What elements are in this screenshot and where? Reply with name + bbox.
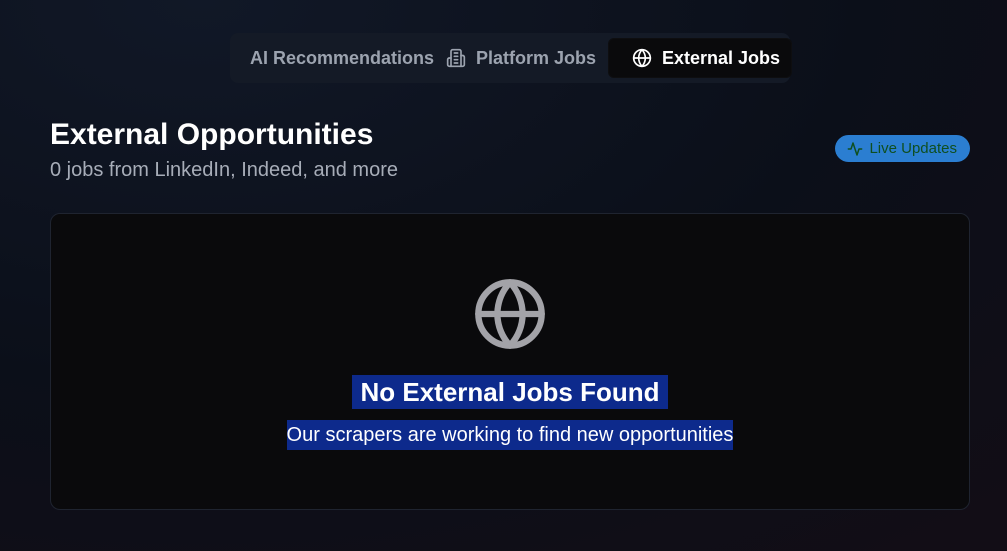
empty-state-title: No External Jobs Found	[352, 375, 668, 409]
live-updates-badge: Live Updates	[835, 135, 970, 162]
tab-label: External Jobs	[662, 47, 781, 68]
page-header: External Opportunities 0 jobs from Linke…	[50, 118, 970, 188]
tab-external-jobs[interactable]: External Jobs	[608, 38, 792, 78]
empty-state-subtitle: Our scrapers are working to find new opp…	[286, 420, 734, 450]
tab-platform-jobs[interactable]: Platform Jobs	[436, 38, 600, 78]
tab-ai-recommendations[interactable]: AI Recommendations	[236, 38, 436, 78]
building-icon	[446, 48, 466, 68]
view-tabs: AI Recommendations Platform Jobs Externa…	[230, 33, 792, 83]
page-subtitle: 0 jobs from LinkedIn, Indeed, and more	[50, 159, 398, 181]
page-title: External Opportunities	[50, 118, 374, 151]
empty-state: No External Jobs Found Our scrapers are …	[51, 276, 969, 450]
page: AI Recommendations Platform Jobs Externa…	[0, 0, 1007, 551]
tab-label: Platform Jobs	[476, 47, 597, 68]
activity-icon	[847, 141, 863, 157]
globe-icon	[632, 48, 652, 68]
globe-icon	[472, 276, 548, 352]
tab-label: AI Recommendations	[250, 47, 435, 68]
empty-state-card: No External Jobs Found Our scrapers are …	[50, 213, 970, 510]
badge-label: Live Updates	[869, 140, 957, 157]
